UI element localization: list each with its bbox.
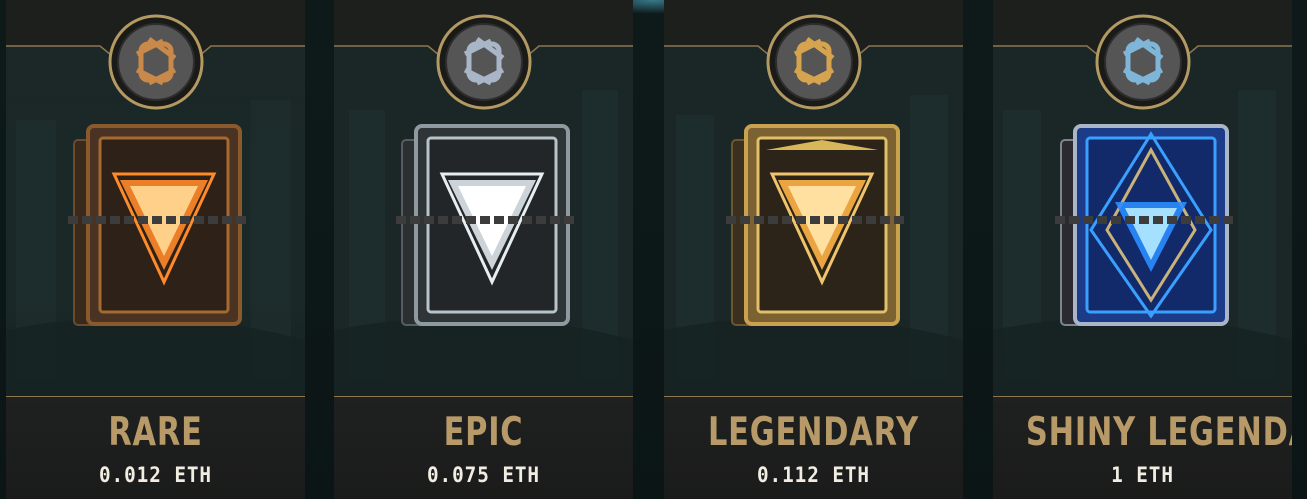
knot-emblem-icon (1095, 14, 1190, 110)
pack-price: 0.112 ETH (757, 463, 870, 487)
knot-emblem-icon (108, 14, 203, 110)
pack-price: 0.075 ETH (427, 463, 540, 487)
pack-tier-name: LEGENDARY (708, 410, 919, 455)
pack-tier-name: SHINY LEGENDARY (1025, 410, 1292, 455)
card-pack-book-icon (68, 124, 248, 326)
pack-card-epic[interactable]: EPIC 0.075 ETH (334, 0, 633, 499)
pack-tier-name: RARE (108, 410, 203, 455)
pack-tier-name: EPIC (443, 410, 524, 455)
card-pack-store: RARE 0.012 ETH EPIC 0.075 ETH LEGENDARY … (0, 0, 1307, 499)
knot-emblem-icon (436, 14, 531, 110)
pack-card-rare[interactable]: RARE 0.012 ETH (6, 0, 305, 499)
pack-price: 0.012 ETH (99, 463, 212, 487)
card-pack-book-icon (726, 124, 906, 326)
pack-card-shiny-legendary[interactable]: SHINY LEGENDARY 1 ETH (993, 0, 1292, 499)
card-pack-book-icon (396, 124, 576, 326)
card-pack-book-icon (1055, 124, 1235, 326)
pack-card-legendary[interactable]: LEGENDARY 0.112 ETH (664, 0, 963, 499)
pack-price: 1 ETH (1111, 463, 1174, 487)
knot-emblem-icon (766, 14, 861, 110)
